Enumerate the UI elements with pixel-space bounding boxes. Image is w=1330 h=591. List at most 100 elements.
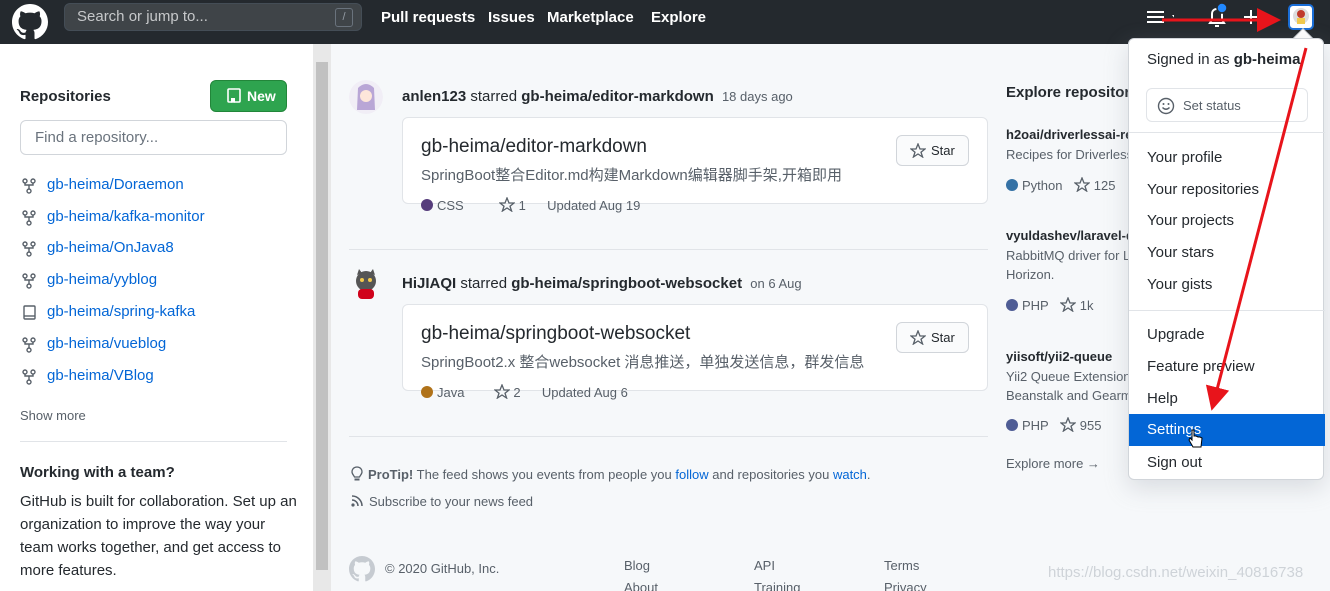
team-heading: Working with a team? xyxy=(20,464,175,481)
user-avatar[interactable] xyxy=(1288,4,1316,30)
language-color-dot xyxy=(421,386,433,398)
explore-repo-link[interactable]: yiisoft/yii2-queue xyxy=(1006,349,1112,364)
repo-link[interactable]: gb-heima/VBlog xyxy=(47,367,154,384)
protip: ProTip! The feed shows you events from p… xyxy=(350,466,871,482)
menu-help[interactable]: Help xyxy=(1129,384,1325,414)
find-repo-box[interactable] xyxy=(20,120,287,155)
menu-settings[interactable]: Settings xyxy=(1129,414,1325,446)
star-icon xyxy=(910,330,926,345)
set-status-button[interactable]: Set status xyxy=(1146,88,1308,122)
feed-repo-link[interactable]: gb-heima/editor-markdown xyxy=(521,88,714,105)
repo-link[interactable]: gb-heima/OnJava8 xyxy=(47,239,174,256)
explore-repo-meta: PHP 1k xyxy=(1006,296,1094,313)
star-button[interactable]: Star xyxy=(896,322,969,353)
protip-text-end: . xyxy=(866,467,871,482)
footer-link-blog[interactable]: Blog xyxy=(624,558,650,573)
feed-divider xyxy=(349,436,988,437)
repo-list-item[interactable]: gb-heima/yyblog xyxy=(20,270,290,292)
repo-link[interactable]: gb-heima/vueblog xyxy=(47,335,166,352)
nav-issues[interactable]: Issues xyxy=(488,9,535,26)
repo-list-item[interactable]: gb-heima/Doraemon xyxy=(20,175,290,197)
fork-icon xyxy=(22,369,36,385)
footer-link-terms[interactable]: Terms xyxy=(884,558,919,573)
menu-upgrade[interactable]: Upgrade xyxy=(1129,320,1325,350)
protip-label: ProTip! xyxy=(368,467,414,482)
repo-link[interactable]: gb-heima/Doraemon xyxy=(47,176,184,193)
repo-icon xyxy=(23,305,36,320)
protip-watch-link[interactable]: watch xyxy=(833,467,867,482)
menu-your-gists[interactable]: Your gists xyxy=(1129,270,1325,300)
menu-your-profile[interactable]: Your profile xyxy=(1129,143,1325,173)
star-button[interactable]: Star xyxy=(896,135,969,166)
explore-repo-stars[interactable]: 1k xyxy=(1080,298,1094,313)
fork-icon xyxy=(22,241,36,257)
nav-marketplace[interactable]: Marketplace xyxy=(547,9,634,26)
repo-link[interactable]: gb-heima/kafka-monitor xyxy=(47,208,205,225)
star-icon xyxy=(1073,176,1091,193)
menu-label: Settings xyxy=(1147,421,1202,438)
repo-link[interactable]: gb-heima/yyblog xyxy=(47,271,157,288)
github-footer-logo-icon[interactable] xyxy=(349,556,375,582)
search-shortcut-key: / xyxy=(335,8,353,27)
menu-label: Sign out xyxy=(1147,454,1203,471)
feed-time: on 6 Aug xyxy=(750,276,802,291)
menu-label: Upgrade xyxy=(1147,326,1205,343)
fork-icon xyxy=(22,178,36,194)
menu-label: Your gists xyxy=(1147,276,1213,293)
fork-icon xyxy=(22,337,36,353)
github-logo-icon[interactable] xyxy=(12,4,48,40)
search-box[interactable]: / xyxy=(64,3,362,31)
nav-pull-requests[interactable]: Pull requests xyxy=(381,9,475,26)
menu-feature-preview[interactable]: Feature preview xyxy=(1129,352,1325,382)
language-color-dot xyxy=(421,199,433,211)
nav-explore[interactable]: Explore xyxy=(651,9,706,26)
repo-list-item[interactable]: gb-heima/spring-kafka xyxy=(20,302,290,324)
repo-link[interactable]: gb-heima/spring-kafka xyxy=(47,303,195,320)
explore-repo-language: PHP xyxy=(1022,298,1049,313)
repo-card-meta: CSS 1 Updated Aug 19 xyxy=(421,196,921,215)
feed-repo-link[interactable]: gb-heima/springboot-websocket xyxy=(511,275,742,292)
menu-your-stars[interactable]: Your stars xyxy=(1129,238,1325,268)
explore-repo-stars[interactable]: 125 xyxy=(1094,178,1116,193)
subscribe-link[interactable]: Subscribe to your news feed xyxy=(350,494,533,509)
left-sidebar: Repositories New gb-heima/Doraemon gb-he… xyxy=(0,44,313,591)
user-avatar[interactable] xyxy=(349,80,383,114)
repo-star-count[interactable]: 2 xyxy=(513,385,520,400)
footer-link-training[interactable]: Training xyxy=(754,580,800,591)
create-new-plus-icon[interactable] xyxy=(1242,8,1270,34)
repo-card-title[interactable]: gb-heima/editor-markdown xyxy=(421,136,647,158)
repo-card-title[interactable]: gb-heima/springboot-websocket xyxy=(421,323,690,345)
show-more-link[interactable]: Show more xyxy=(20,408,86,423)
explore-repo-stars[interactable]: 955 xyxy=(1080,418,1102,433)
smiley-icon xyxy=(1157,97,1175,115)
repo-list-item[interactable]: gb-heima/VBlog xyxy=(20,366,290,388)
feed-event-2: HiJIAQI starred gb-heima/springboot-webs… xyxy=(402,275,802,292)
feed-user-link[interactable]: anlen123 xyxy=(402,88,466,105)
protip-text: The feed shows you events from people yo… xyxy=(416,467,672,482)
find-repo-input[interactable] xyxy=(35,129,275,146)
footer-link-about[interactable]: About xyxy=(624,580,658,591)
menu-label: Your repositories xyxy=(1147,181,1260,198)
feed-user-link[interactable]: HiJIAQI xyxy=(402,275,456,292)
protip-text-mid: and repositories you xyxy=(712,467,830,482)
footer-link-api[interactable]: API xyxy=(754,558,775,573)
notification-bell-icon[interactable] xyxy=(1204,2,1232,28)
protip-follow-link[interactable]: follow xyxy=(675,467,708,482)
scrollbar-thumb[interactable] xyxy=(316,62,328,570)
repo-list-item[interactable]: gb-heima/kafka-monitor xyxy=(20,207,290,229)
star-icon xyxy=(498,196,516,213)
menu-sign-out[interactable]: Sign out xyxy=(1129,448,1325,478)
repo-list-item[interactable]: gb-heima/vueblog xyxy=(20,334,290,356)
explore-more-link[interactable]: Explore more → xyxy=(1006,456,1100,471)
menu-your-projects[interactable]: Your projects xyxy=(1129,206,1325,236)
feed-event-1: anlen123 starred gb-heima/editor-markdow… xyxy=(402,88,793,105)
repo-list-item[interactable]: gb-heima/OnJava8 xyxy=(20,238,290,260)
new-repo-button[interactable]: New xyxy=(210,80,287,112)
menu-your-repositories[interactable]: Your repositories xyxy=(1129,175,1325,205)
user-avatar[interactable] xyxy=(349,267,383,301)
language-color-dot xyxy=(1006,179,1018,191)
hamburger-menu-icon[interactable] xyxy=(1146,8,1174,34)
footer-link-privacy[interactable]: Privacy xyxy=(884,580,927,591)
search-input[interactable] xyxy=(77,8,327,25)
repo-star-count[interactable]: 1 xyxy=(519,198,526,213)
